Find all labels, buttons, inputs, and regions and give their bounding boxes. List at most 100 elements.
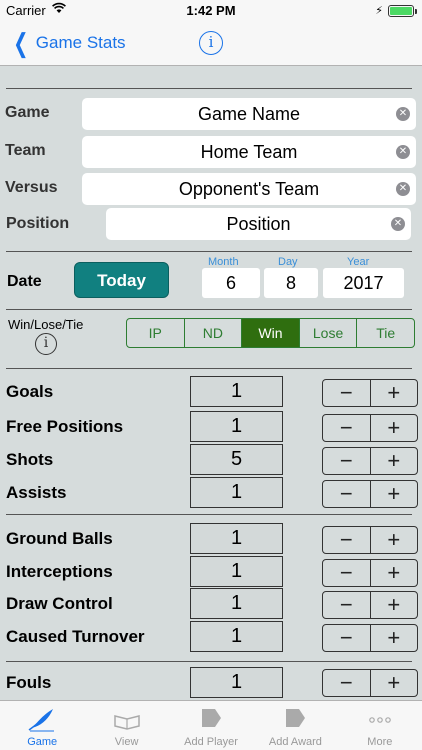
divider xyxy=(6,514,412,515)
stat-label-fouls: Fouls xyxy=(6,673,52,692)
segment-ip[interactable]: IP xyxy=(127,319,185,347)
stat-label-draw-control: Draw Control xyxy=(6,594,113,613)
decrement-button[interactable]: − xyxy=(323,448,371,474)
stat-value-goals[interactable]: 1 xyxy=(190,376,283,407)
clock: 1:42 PM xyxy=(186,3,236,18)
increment-button[interactable]: + xyxy=(371,670,418,696)
award-icon xyxy=(253,706,337,732)
date-label: Date xyxy=(7,273,42,290)
team-label: Team xyxy=(5,142,46,159)
increment-button[interactable]: + xyxy=(371,527,418,553)
quill-icon xyxy=(0,706,84,732)
navigation-bar: ❮ Game Stats i xyxy=(0,22,422,66)
decrement-button[interactable]: − xyxy=(323,670,371,696)
segment-win[interactable]: Win xyxy=(242,319,300,347)
tab-label: Add Player xyxy=(184,736,238,748)
player-icon xyxy=(169,706,253,732)
tab-view[interactable]: View xyxy=(84,701,168,750)
stat-value-caused-turnover[interactable]: 1 xyxy=(190,621,283,652)
chevron-left-icon: ❮ xyxy=(13,28,29,58)
divider xyxy=(6,251,412,252)
tab-bar: Game View Add Player Add Award More xyxy=(0,700,422,750)
tab-add-award[interactable]: Add Award xyxy=(253,701,337,750)
caused-turnover-stepper: − + xyxy=(322,624,418,652)
tab-game[interactable]: Game xyxy=(0,701,84,750)
result-label: Win/Lose/Tie xyxy=(8,317,84,332)
stat-label-free-positions: Free Positions xyxy=(6,417,124,436)
month-field[interactable]: 6 xyxy=(202,268,260,298)
interceptions-stepper: − + xyxy=(322,559,418,587)
stat-value-assists[interactable]: 1 xyxy=(190,477,283,508)
back-button-label: Game Stats xyxy=(35,33,126,52)
tab-add-player[interactable]: Add Player xyxy=(169,701,253,750)
versus-value: Opponent's Team xyxy=(178,179,320,199)
tab-label: View xyxy=(114,736,139,748)
divider xyxy=(6,309,412,310)
clear-icon[interactable]: ✕ xyxy=(391,217,405,231)
stat-label-interceptions: Interceptions xyxy=(6,562,113,581)
game-name-value: Game Name xyxy=(197,104,301,124)
fouls-stepper: − + xyxy=(322,669,418,697)
charging-icon: ⚡ xyxy=(375,5,383,17)
decrement-button[interactable]: − xyxy=(323,481,371,507)
book-icon xyxy=(84,706,168,732)
position-field[interactable]: Position ✕ xyxy=(106,208,411,240)
year-field[interactable]: 2017 xyxy=(323,268,404,298)
info-button[interactable]: i xyxy=(199,31,223,55)
segment-nd[interactable]: ND xyxy=(185,319,243,347)
stat-value-free-positions[interactable]: 1 xyxy=(190,411,283,442)
clear-icon[interactable]: ✕ xyxy=(396,107,410,121)
stat-value-draw-control[interactable]: 1 xyxy=(190,588,283,619)
year-caption: Year xyxy=(347,256,370,268)
game-label: Game xyxy=(5,104,50,121)
stat-label-assists: Assists xyxy=(6,483,67,502)
decrement-button[interactable]: − xyxy=(323,560,371,586)
shots-stepper: − + xyxy=(322,447,418,475)
today-button[interactable]: Today xyxy=(74,262,169,298)
tab-label: Add Award xyxy=(268,736,322,748)
increment-button[interactable]: + xyxy=(371,415,418,441)
day-field[interactable]: 8 xyxy=(264,268,318,298)
segment-tie[interactable]: Tie xyxy=(357,319,414,347)
divider xyxy=(6,661,412,662)
stat-label-caused-turnover: Caused Turnover xyxy=(6,627,145,646)
decrement-button[interactable]: − xyxy=(323,625,371,651)
result-info-button[interactable]: i xyxy=(35,333,57,355)
clear-icon[interactable]: ✕ xyxy=(396,145,410,159)
tab-label: Game xyxy=(27,736,58,748)
decrement-button[interactable]: − xyxy=(323,415,371,441)
increment-button[interactable]: + xyxy=(371,625,418,651)
increment-button[interactable]: + xyxy=(371,481,418,507)
position-label: Position xyxy=(6,215,70,232)
month-caption: Month xyxy=(208,256,239,268)
result-segmented-control: IP ND Win Lose Tie xyxy=(126,318,415,348)
team-value: Home Team xyxy=(200,142,298,162)
stat-value-interceptions[interactable]: 1 xyxy=(190,556,283,587)
increment-button[interactable]: + xyxy=(371,448,418,474)
decrement-button[interactable]: − xyxy=(323,527,371,553)
stat-label-ground-balls: Ground Balls xyxy=(6,529,113,548)
divider xyxy=(6,368,412,369)
stat-value-shots[interactable]: 5 xyxy=(190,444,283,475)
team-field[interactable]: Home Team ✕ xyxy=(82,136,416,168)
stat-label-shots: Shots xyxy=(6,450,54,469)
increment-button[interactable]: + xyxy=(371,592,418,618)
free-positions-stepper: − + xyxy=(322,414,418,442)
tab-more[interactable]: More xyxy=(338,701,422,750)
divider xyxy=(6,88,412,89)
game-name-field[interactable]: Game Name ✕ xyxy=(82,98,416,130)
back-button[interactable]: ❮ Game Stats xyxy=(10,28,126,58)
decrement-button[interactable]: − xyxy=(323,380,371,406)
segment-lose[interactable]: Lose xyxy=(300,319,358,347)
day-caption: Day xyxy=(278,256,298,268)
decrement-button[interactable]: − xyxy=(323,592,371,618)
increment-button[interactable]: + xyxy=(371,560,418,586)
clear-icon[interactable]: ✕ xyxy=(396,182,410,196)
position-value: Position xyxy=(226,214,291,234)
stat-value-ground-balls[interactable]: 1 xyxy=(190,523,283,554)
stat-value-fouls[interactable]: 1 xyxy=(190,667,283,698)
versus-label: Versus xyxy=(5,179,58,196)
battery-icon xyxy=(388,5,417,17)
increment-button[interactable]: + xyxy=(371,380,418,406)
versus-field[interactable]: Opponent's Team ✕ xyxy=(82,173,416,205)
